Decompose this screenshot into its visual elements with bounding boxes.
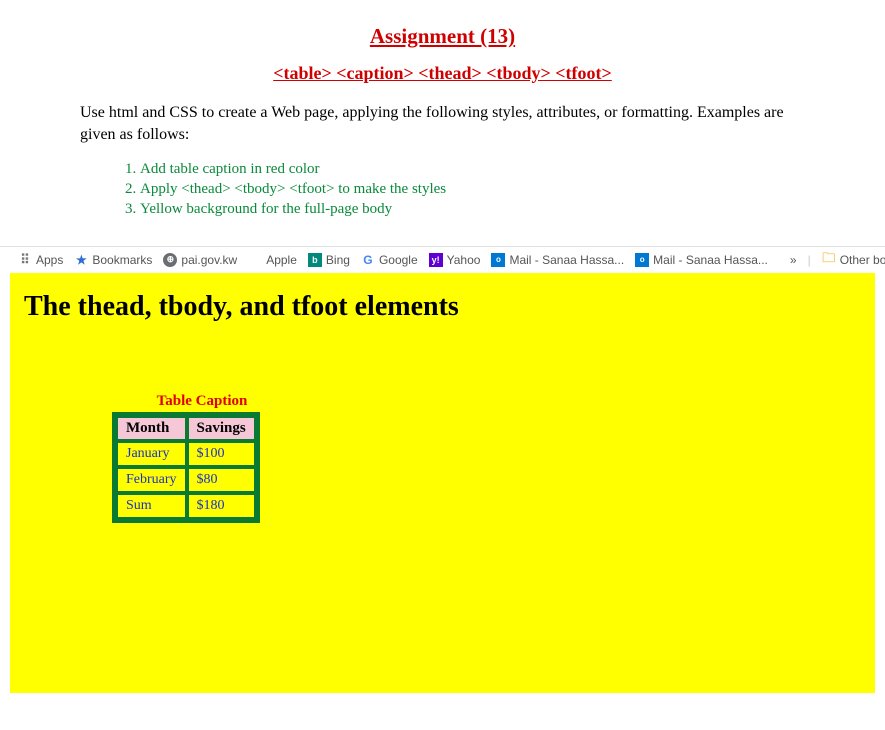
bookmark-item[interactable]: o Mail - Sanaa Hassa... [635, 253, 768, 267]
bookmark-item[interactable]: y! Yahoo [429, 253, 481, 267]
table-header-row: Month Savings [117, 417, 255, 440]
globe-icon: ⊕ [163, 253, 177, 267]
bookmark-item[interactable]: ⊕ pai.gov.kw [163, 253, 237, 267]
other-bookmarks-label: Other bookmarks [840, 253, 885, 267]
table-row: January $100 [117, 442, 255, 466]
apple-icon [248, 253, 262, 267]
apps-button[interactable]: ⠿ Apps [18, 253, 63, 267]
table-caption: Table Caption [112, 393, 292, 410]
table-cell: $180 [188, 494, 255, 518]
rendered-page: The thead, tbody, and tfoot elements Tab… [10, 273, 875, 693]
other-bookmarks[interactable]: 🗀 Other bookmarks [822, 253, 885, 267]
step-item: Yellow background for the full-page body [140, 201, 805, 218]
table-cell: Sum [117, 494, 186, 518]
yahoo-icon: y! [429, 253, 443, 267]
bookmark-label: Mail - Sanaa Hassa... [653, 253, 768, 267]
steps-list: Add table caption in red color Apply <th… [80, 161, 805, 218]
apps-icon: ⠿ [18, 253, 32, 267]
apps-label: Apps [36, 253, 63, 267]
bing-icon: b [308, 253, 322, 267]
table-cell: February [117, 468, 186, 492]
folder-icon: 🗀 [822, 253, 836, 267]
bookmark-label: Apple [266, 253, 297, 267]
table-header-cell: Savings [188, 417, 255, 440]
bookmark-label: Bing [326, 253, 350, 267]
bookmark-item[interactable]: G Google [361, 253, 418, 267]
separator: | [808, 253, 811, 267]
bookmark-label: Bookmarks [92, 253, 152, 267]
google-icon: G [361, 253, 375, 267]
overflow-icon[interactable]: » [790, 253, 797, 267]
bookmark-item[interactable]: o Mail - Sanaa Hassa... [491, 253, 624, 267]
page-heading: The thead, tbody, and tfoot elements [24, 291, 861, 323]
bookmark-label: Mail - Sanaa Hassa... [509, 253, 624, 267]
outlook-icon: o [491, 253, 505, 267]
assignment-subtitle: <table> <caption> <thead> <tbody> <tfoot… [80, 63, 805, 84]
bookmark-label: Yahoo [447, 253, 481, 267]
assignment-title: Assignment (13) [80, 24, 805, 49]
bookmark-item[interactable]: ★ Bookmarks [74, 253, 152, 267]
step-item: Add table caption in red color [140, 161, 805, 178]
example-table: Month Savings January $100 February $80 … [112, 412, 260, 523]
table-cell: $80 [188, 468, 255, 492]
table-row: February $80 [117, 468, 255, 492]
bookmark-item[interactable]: b Bing [308, 253, 350, 267]
table-row: Sum $180 [117, 494, 255, 518]
bookmark-item[interactable]: Apple [248, 253, 297, 267]
intro-text: Use html and CSS to create a Web page, a… [80, 102, 805, 147]
bookmark-label: pai.gov.kw [181, 253, 237, 267]
star-icon: ★ [74, 253, 88, 267]
table-header-cell: Month [117, 417, 186, 440]
step-item: Apply <thead> <tbody> <tfoot> to make th… [140, 181, 805, 198]
bookmarks-bar: ⠿ Apps ★ Bookmarks ⊕ pai.gov.kw Apple b … [0, 246, 885, 273]
outlook-icon: o [635, 253, 649, 267]
bookmark-label: Google [379, 253, 418, 267]
table-cell: $100 [188, 442, 255, 466]
table-cell: January [117, 442, 186, 466]
